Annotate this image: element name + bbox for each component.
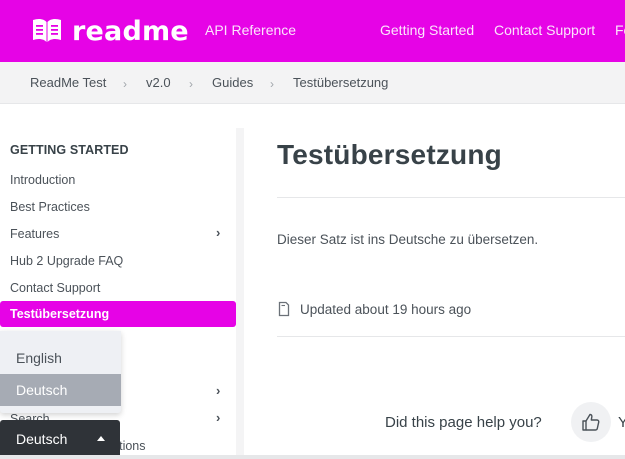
breadcrumb: ReadMe Test › v2.0 › Guides › Testüberse… [0, 62, 625, 104]
sidebar-item-hub2-upgrade-faq[interactable]: Hub 2 Upgrade FAQ [10, 254, 123, 268]
document-icon [278, 301, 290, 322]
sidebar-item-testuebersetzung[interactable]: Testübersetzung [10, 307, 109, 321]
caret-up-icon [97, 436, 105, 441]
chevron-right-icon: › [189, 77, 193, 91]
page-body-text: Dieser Satz ist ins Deutsche zu übersetz… [277, 232, 539, 247]
updated-divider [277, 336, 625, 337]
language-selector-label: Deutsch [16, 431, 68, 447]
thumbs-up-icon [582, 413, 600, 431]
breadcrumb-project[interactable]: ReadMe Test [30, 75, 106, 90]
feedback-question: Did this page help you? [385, 414, 542, 431]
language-option-english[interactable]: English [16, 350, 62, 366]
language-selector-button[interactable]: Deutsch [0, 420, 120, 459]
title-divider [277, 197, 625, 198]
chevron-right-icon[interactable]: › [216, 383, 220, 398]
logo-text: readme [72, 15, 189, 47]
readme-logo[interactable]: readme [30, 13, 189, 49]
language-dropdown-menu: English Deutsch [0, 331, 121, 413]
breadcrumb-version[interactable]: v2.0 [146, 75, 171, 90]
sidebar-section-heading: GETTING STARTED [10, 143, 129, 157]
thumbs-up-button[interactable] [571, 402, 611, 442]
nav-contact-support[interactable]: Contact Support [494, 22, 595, 38]
chevron-right-icon[interactable]: › [216, 225, 220, 240]
nav-api-reference[interactable]: API Reference [205, 22, 296, 38]
page-title: Testübersetzung [277, 139, 502, 170]
chevron-right-icon: › [123, 77, 127, 91]
bottom-scrollbar[interactable] [0, 455, 625, 459]
sidebar-item-contact-support[interactable]: Contact Support [10, 281, 100, 295]
updated-timestamp: Updated about 19 hours ago [300, 302, 472, 317]
sidebar-item-best-practices[interactable]: Best Practices [10, 200, 90, 214]
nav-truncated-link[interactable]: Fe [615, 22, 625, 38]
top-header: readme API Reference Getting Started Con… [0, 0, 625, 62]
language-option-deutsch[interactable]: Deutsch [16, 382, 67, 398]
sidebar-divider [236, 128, 244, 459]
breadcrumb-guides[interactable]: Guides [212, 75, 253, 90]
sidebar-item-features[interactable]: Features [10, 227, 59, 241]
chevron-right-icon[interactable]: › [216, 410, 220, 425]
chevron-right-icon: › [270, 77, 274, 91]
feedback-yes-label[interactable]: Y [618, 414, 625, 431]
sidebar-item-introduction[interactable]: Introduction [10, 173, 75, 187]
readme-book-icon [33, 18, 61, 42]
nav-getting-started[interactable]: Getting Started [380, 22, 474, 38]
breadcrumb-current-page: Testübersetzung [293, 75, 389, 90]
